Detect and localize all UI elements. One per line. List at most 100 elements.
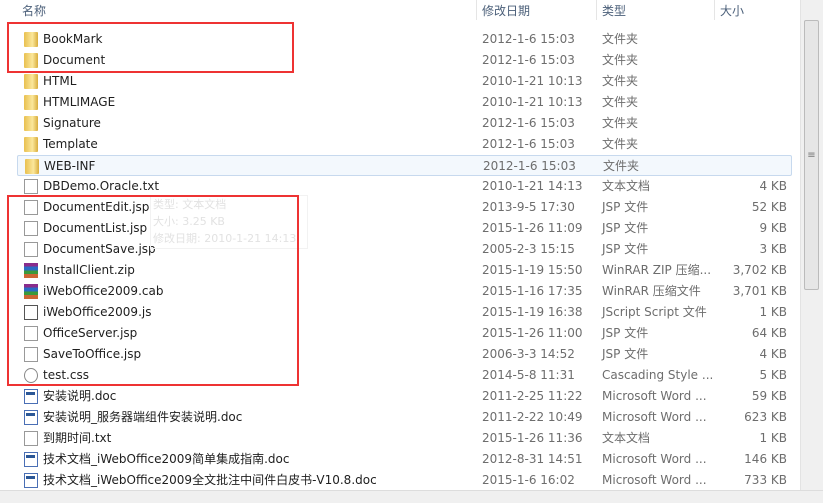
file-type: Microsoft Word ...	[602, 410, 707, 424]
file-type: 文件夹	[603, 159, 640, 173]
folder-icon	[24, 74, 38, 89]
file-size: 59 KB	[751, 389, 787, 403]
file-type: 文件夹	[602, 116, 639, 130]
file-type: WinRAR 压缩文件	[602, 284, 701, 298]
file-type: 文件夹	[602, 53, 639, 67]
file-type: 文件夹	[602, 137, 639, 151]
highlight-box-folders	[7, 22, 294, 73]
column-name[interactable]: 名称	[22, 2, 46, 19]
file-row[interactable]: DBDemo.Oracle.txt 2010-1-21 14:13 文本文档 4…	[0, 176, 800, 197]
file-size: 3,702 KB	[732, 263, 787, 277]
file-size: 623 KB	[744, 410, 787, 424]
file-row[interactable]: 技术文档_iWebOffice2009全文批注中间件白皮书-V10.8.doc …	[0, 470, 800, 491]
folder-icon	[24, 95, 38, 110]
file-row[interactable]: 安装说明_服务器端组件安装说明.doc 2011-2-22 10:49 Micr…	[0, 407, 800, 428]
column-divider[interactable]	[596, 0, 597, 20]
file-size: 3,701 KB	[732, 284, 787, 298]
file-size: 733 KB	[744, 473, 787, 487]
file-date: 2014-5-8 11:31	[482, 368, 575, 382]
file-type: 文件夹	[602, 32, 639, 46]
file-size: 9 KB	[759, 221, 787, 235]
folder-icon	[24, 116, 38, 131]
file-date: 2012-1-6 15:03	[482, 53, 575, 67]
file-name: 技术文档_iWebOffice2009全文批注中间件白皮书-V10.8.doc	[43, 473, 377, 487]
file-type: Microsoft Word ...	[602, 389, 707, 403]
file-date: 2015-1-19 15:50	[482, 263, 583, 277]
file-size: 3 KB	[759, 242, 787, 256]
file-name: HTMLIMAGE	[43, 95, 116, 109]
file-size: 1 KB	[759, 305, 787, 319]
file-name: WEB-INF	[44, 159, 96, 173]
file-date: 2015-1-26 11:00	[482, 326, 583, 340]
column-type[interactable]: 类型	[602, 2, 626, 19]
file-date: 2015-1-16 17:35	[482, 284, 583, 298]
doc-icon	[24, 410, 38, 425]
file-type: Cascading Style ...	[602, 368, 714, 382]
file-row[interactable]: 技术文档_iWebOffice2009简单集成指南.doc 2012-8-31 …	[0, 449, 800, 470]
file-date: 2012-1-6 15:03	[483, 159, 576, 173]
file-date: 2012-1-6 15:03	[482, 32, 575, 46]
file-type: JSP 文件	[602, 326, 649, 340]
column-divider[interactable]	[714, 0, 715, 20]
file-date: 2010-1-21 14:13	[482, 179, 583, 193]
file-name: DBDemo.Oracle.txt	[43, 179, 160, 193]
file-date: 2015-1-26 11:36	[482, 431, 583, 445]
file-date: 2011-2-22 10:49	[482, 410, 583, 424]
folder-icon	[24, 137, 38, 152]
file-size: 52 KB	[751, 200, 787, 214]
file-type: JSP 文件	[602, 221, 649, 235]
file-type: JSP 文件	[602, 347, 649, 361]
file-name: HTML	[43, 74, 77, 88]
file-type: JSP 文件	[602, 200, 649, 214]
vertical-scrollbar[interactable]: ≡	[800, 0, 823, 490]
file-row[interactable]: WEB-INF 2012-1-6 15:03 文件夹	[17, 155, 792, 176]
file-type: 文件夹	[602, 74, 639, 88]
column-date[interactable]: 修改日期	[482, 2, 530, 19]
file-type: 文本文档	[602, 179, 651, 193]
file-row[interactable]: Signature 2012-1-6 15:03 文件夹	[0, 113, 800, 134]
file-size: 4 KB	[759, 179, 787, 193]
file-type: Microsoft Word ...	[602, 452, 707, 466]
file-date: 2012-1-6 15:03	[482, 116, 575, 130]
file-date: 2013-9-5 17:30	[482, 200, 575, 214]
doc-icon	[24, 452, 38, 467]
file-date: 2015-1-19 16:38	[482, 305, 583, 319]
file-type: JSP 文件	[602, 242, 649, 256]
file-size: 1 KB	[759, 431, 787, 445]
file-date: 2005-2-3 15:15	[482, 242, 575, 256]
file-date: 2006-3-3 14:52	[482, 347, 575, 361]
file-size: 4 KB	[759, 347, 787, 361]
file-date: 2012-8-31 14:51	[482, 452, 583, 466]
column-divider[interactable]	[476, 0, 477, 20]
file-type: JScript Script 文件	[602, 305, 707, 319]
file-row[interactable]: 到期时间.txt 2015-1-26 11:36 文本文档 1 KB	[0, 428, 800, 449]
file-date: 2015-1-6 16:02	[482, 473, 575, 487]
column-header: 名称 修改日期 类型 大小	[0, 0, 800, 20]
file-row[interactable]: Template 2012-1-6 15:03 文件夹	[0, 134, 800, 155]
file-name: Signature	[43, 116, 101, 130]
file-name: 到期时间.txt	[43, 431, 112, 445]
scrollbar-thumb[interactable]: ≡	[804, 20, 819, 290]
file-size: 64 KB	[751, 326, 787, 340]
doc-icon	[24, 389, 38, 404]
file-name: 安装说明_服务器端组件安装说明.doc	[43, 410, 243, 424]
file-type: 文本文档	[602, 431, 651, 445]
file-name: 技术文档_iWebOffice2009简单集成指南.doc	[43, 452, 290, 466]
folder-icon	[25, 159, 39, 174]
file-date: 2010-1-21 10:13	[482, 95, 583, 109]
horizontal-scrollbar[interactable]	[0, 490, 823, 503]
file-date: 2010-1-21 10:13	[482, 74, 583, 88]
file-row[interactable]: HTML 2010-1-21 10:13 文件夹	[0, 71, 800, 92]
column-size[interactable]: 大小	[720, 2, 744, 19]
file-row[interactable]: HTMLIMAGE 2010-1-21 10:13 文件夹	[0, 92, 800, 113]
file-date: 2015-1-26 11:09	[482, 221, 583, 235]
file-size: 5 KB	[759, 368, 787, 382]
file-icon	[24, 431, 38, 446]
file-type: 文件夹	[602, 95, 639, 109]
file-row[interactable]: 安装说明.doc 2011-2-25 11:22 Microsoft Word …	[0, 386, 800, 407]
highlight-box-files	[7, 195, 299, 386]
file-type: WinRAR ZIP 压缩...	[602, 263, 712, 277]
file-date: 2011-2-25 11:22	[482, 389, 583, 403]
file-size: 146 KB	[744, 452, 787, 466]
file-name: Template	[43, 137, 98, 151]
